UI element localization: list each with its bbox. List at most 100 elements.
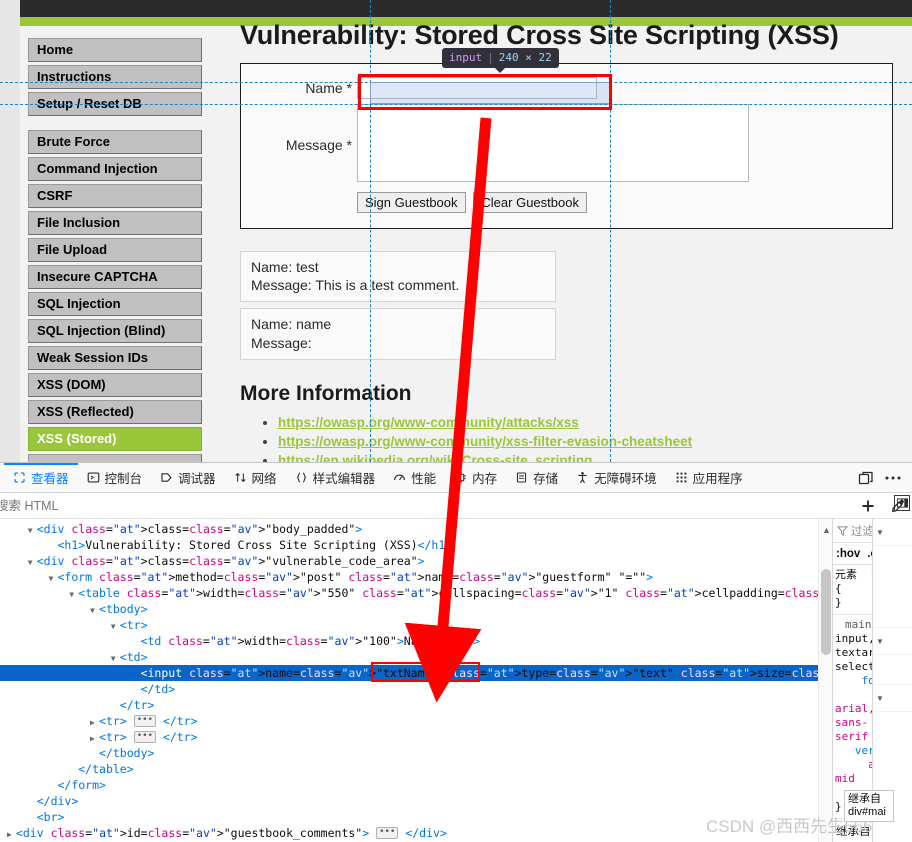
tab-application[interactable]: 应用程序 (666, 463, 752, 492)
collapse-row[interactable]: ▼ (873, 685, 912, 712)
performance-icon (393, 471, 406, 484)
message-label: Message * (285, 136, 352, 153)
guestbook-entry-message: Message: This is a test comment. (251, 277, 460, 294)
accessibility-icon (576, 471, 589, 484)
sidebar-item-weak-session-ids[interactable]: Weak Session IDs (28, 346, 202, 370)
sidebar-item-setup-reset-db[interactable]: Setup / Reset DB (28, 92, 202, 116)
sidebar-item-xss-stored[interactable]: XSS (Stored) (28, 427, 202, 451)
search-input[interactable] (0, 497, 294, 514)
markup-line[interactable]: ▶ <tr> ••• </tr> (0, 729, 818, 745)
tab-storage[interactable]: 存储 (506, 463, 567, 492)
more-options-icon[interactable] (884, 470, 902, 486)
markup-line[interactable]: ▼ <div class="at">class=class="av">"body_… (0, 521, 818, 537)
markup-line[interactable]: </tbody> (0, 745, 818, 761)
sidebar-item-instructions[interactable]: Instructions (28, 65, 202, 89)
inspector-icon (13, 471, 26, 484)
markup-line[interactable]: ▼ <div class="at">class=class="av">"vulne… (0, 553, 818, 569)
sidebar-item-brute-force[interactable]: Brute Force (28, 130, 202, 154)
more-information-heading: More Information (240, 381, 412, 405)
chevron-down-icon[interactable]: ▼ (876, 637, 884, 646)
markup-line[interactable]: ▼ <table class="at">width=class="av">"550… (0, 585, 818, 601)
main-content: Vulnerability: Stored Cross Site Scripti… (240, 20, 900, 462)
form-row-name: Name * (254, 75, 751, 101)
markup-line[interactable]: </div> (0, 793, 818, 809)
devtools-toolbar-right (858, 470, 912, 486)
sidebar-item-csrf[interactable]: CSRF (28, 184, 202, 208)
markup-view[interactable]: ▼ <div class="at">class=class="av">"body_… (0, 519, 818, 842)
sidebar-item-file-upload[interactable]: File Upload (28, 238, 202, 262)
tab-style-editor-label: 样式编辑器 (312, 472, 376, 486)
markup-line[interactable]: </td> (0, 681, 818, 697)
debugger-icon (160, 471, 173, 484)
browser-viewport: Home Instructions Setup / Reset DB Brute… (0, 0, 912, 462)
name-input[interactable] (357, 77, 597, 99)
tab-inspector[interactable]: 查看器 (4, 463, 78, 492)
collapse-row[interactable] (873, 546, 912, 628)
sidebar-item-command-injection[interactable]: Command Injection (28, 157, 202, 181)
collapse-row[interactable]: ▼ (873, 519, 912, 546)
markup-line[interactable]: ▼ <td> (0, 649, 818, 665)
chevron-down-icon[interactable]: ▼ (876, 528, 884, 537)
scrollbar-thumb[interactable] (821, 569, 831, 655)
guestbook-comments: Name: test Message: This is a test comme… (240, 251, 900, 360)
tab-style-editor[interactable]: 样式编辑器 (286, 463, 385, 492)
markup-line-selected[interactable]: <input class="at">name=class="av">"txtNa… (0, 665, 818, 681)
markup-line[interactable]: <h1>Vulnerability: Stored Cross Site Scr… (0, 537, 818, 553)
list-item: https://owasp.org/www-community/xss-filt… (278, 433, 900, 451)
form-row-buttons: Sign Guestbook Clear Guestbook (254, 188, 751, 215)
scroll-up-icon[interactable]: ▲ (822, 525, 831, 535)
markup-line[interactable]: ▼ <form class="at">method=class="av">"pos… (0, 569, 818, 585)
buttons-spacer (254, 188, 354, 215)
link-wikipedia-xss[interactable]: https://en.wikipedia.org/wiki/Cross-site… (278, 453, 592, 462)
markup-line[interactable]: ▶ <div class="at">id=class="av">"guestboo… (0, 825, 818, 841)
pane-toggle-icon[interactable] (894, 495, 910, 511)
sidebar-item-insecure-captcha[interactable]: Insecure CAPTCHA (28, 265, 202, 289)
tab-storage-label: 存储 (533, 472, 559, 486)
markup-line[interactable]: ▶ <tr> ••• </tr> (0, 713, 818, 729)
inspector-node-badge: input | 240 × 22 (442, 48, 559, 73)
node-badge-tag: input (449, 51, 483, 64)
form-row-message: Message * (254, 102, 751, 187)
markup-line[interactable]: ▼ <tr> (0, 617, 818, 633)
sidebar-item-file-inclusion[interactable]: File Inclusion (28, 211, 202, 235)
sidebar-item-xss-reflected[interactable]: XSS (Reflected) (28, 400, 202, 424)
tab-performance[interactable]: 性能 (384, 463, 445, 492)
sidebar-item-sql-injection[interactable]: SQL Injection (28, 292, 202, 316)
message-input-cell (355, 102, 751, 187)
tab-accessibility[interactable]: 无障碍环境 (567, 463, 666, 492)
sidebar-item-next-partial[interactable] (28, 454, 202, 462)
chevron-down-icon[interactable]: ▼ (876, 694, 884, 703)
tab-debugger[interactable]: 调试器 (151, 463, 225, 492)
list-item: https://owasp.org/www-community/attacks/… (278, 414, 900, 432)
markup-scrollbar[interactable]: ▲ (818, 519, 832, 842)
sign-guestbook-button[interactable]: Sign Guestbook (357, 192, 466, 213)
link-owasp-xss[interactable]: https://owasp.org/www-community/attacks/… (278, 415, 579, 430)
sidebar-item-home[interactable]: Home (28, 38, 202, 62)
tab-memory[interactable]: 内存 (445, 463, 506, 492)
filter-styles-icon[interactable] (837, 525, 848, 536)
sidebar-item-xss-dom[interactable]: XSS (DOM) (28, 373, 202, 397)
markup-line[interactable]: </table> (0, 761, 818, 777)
tab-memory-label: 内存 (472, 472, 498, 486)
tab-network[interactable]: 网络 (225, 463, 286, 492)
sidebar-item-sql-injection-blind[interactable]: SQL Injection (Blind) (28, 319, 202, 343)
markup-line[interactable]: </tr> (0, 697, 818, 713)
pseudo-hov-button[interactable]: :hov (836, 548, 860, 560)
markup-line[interactable]: <td class="at">width=class="av">"100">Na… (0, 633, 818, 649)
split-console-icon[interactable] (858, 470, 874, 486)
add-node-icon[interactable] (860, 498, 876, 514)
markup-line[interactable]: </form> (0, 777, 818, 793)
message-textarea[interactable] (357, 104, 749, 182)
markup-line[interactable]: ▼ <tbody> (0, 601, 818, 617)
collapse-row[interactable] (873, 655, 912, 685)
collapse-row[interactable]: ▼ (873, 628, 912, 655)
application-icon (675, 471, 688, 484)
markup-line[interactable]: <br> (0, 809, 818, 825)
tab-performance-label: 性能 (411, 472, 437, 486)
tab-console[interactable]: 控制台 (78, 463, 152, 492)
clear-guestbook-button[interactable]: Clear Guestbook (473, 192, 587, 213)
link-owasp-cheatsheet[interactable]: https://owasp.org/www-community/xss-filt… (278, 434, 692, 449)
inherited-tooltip-selector: div#mai (848, 806, 886, 818)
page-title: Vulnerability: Stored Cross Site Scripti… (240, 20, 839, 50)
